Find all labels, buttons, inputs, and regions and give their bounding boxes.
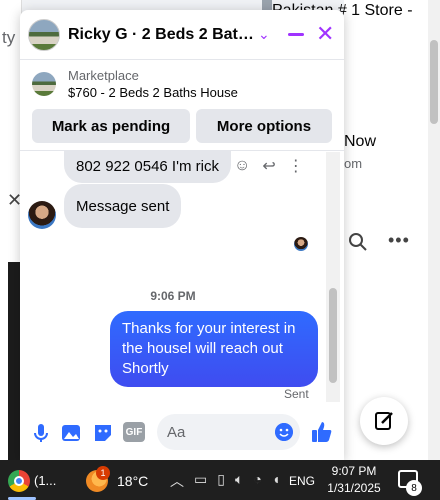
phone-link-icon[interactable]: ▯ [217, 471, 225, 491]
more-options-icon[interactable]: ••• [388, 230, 410, 251]
battery-icon[interactable]: ▭ [194, 471, 207, 491]
chrome-taskbar-label[interactable]: (1... [34, 473, 56, 488]
search-icon[interactable] [348, 232, 368, 252]
chrome-icon[interactable] [8, 470, 30, 492]
chevron-down-icon[interactable]: ⌄ [258, 26, 270, 43]
wifi-icon[interactable]: ◔ [253, 471, 261, 491]
sticker-icon[interactable] [92, 422, 114, 444]
chat-window: Ricky G · 2 Beds 2 Baths H... ⌄ ✕ Market… [20, 10, 344, 460]
mark-as-pending-button[interactable]: Mark as pending [32, 109, 190, 143]
seen-indicator-avatar [294, 237, 308, 251]
system-tray: ︿ ▭ ▯ 🔈︎ ◔ ◖ [170, 471, 280, 491]
more-options-button[interactable]: More options [196, 109, 332, 143]
outgoing-message[interactable]: Thanks for your interest in the housel w… [110, 311, 318, 387]
background-left-text: ty [2, 28, 16, 47]
language-indicator[interactable]: ENG [289, 474, 315, 488]
listing-title: $760 - 2 Beds 2 Baths House [68, 84, 238, 100]
temperature[interactable]: 18°C [117, 473, 148, 489]
message-status: Sent [284, 387, 309, 401]
notification-count: 8 [406, 480, 422, 496]
chat-scrollbar-thumb[interactable] [329, 288, 337, 383]
page-scrollbar-thumb[interactable] [430, 40, 438, 124]
marketplace-listing[interactable]: Marketplace $760 - 2 Beds 2 Baths House [20, 60, 344, 108]
chevron-up-icon[interactable]: ︿ [170, 471, 184, 491]
new-message-button[interactable] [360, 397, 408, 445]
clock-time: 9:07 PM [331, 464, 377, 478]
more-vertical-icon[interactable]: ⋮ [288, 156, 304, 176]
product-thumbnail[interactable] [262, 0, 272, 10]
speaker-icon[interactable]: 🔈︎ [235, 471, 243, 491]
conversation-avatar[interactable] [28, 18, 60, 51]
message-composer: GIF Aa [20, 410, 344, 454]
taskbar: (1... 1 18°C ︿ ▭ ▯ 🔈︎ ◔ ◖ ENG 9:07 PM 1/… [0, 460, 440, 500]
conversation-title[interactable]: Ricky G · 2 Beds 2 Baths H... [68, 26, 256, 44]
message-input-placeholder: Aa [167, 423, 186, 441]
listing-thumbnail [32, 72, 56, 96]
gif-icon[interactable]: GIF [123, 422, 145, 442]
sender-avatar[interactable] [28, 201, 56, 229]
incoming-message[interactable]: 802 922 0546 I'm rick [64, 151, 231, 183]
message-list: 802 922 0546 I'm rick ☺ ↩ ⋮ Message sent… [20, 151, 344, 401]
message-actions: ☺ ↩ ⋮ [234, 156, 304, 176]
volume-icon[interactable]: ◖ [272, 471, 280, 491]
message-timestamp: 9:06 PM [150, 289, 196, 303]
clock-date: 1/31/2025 [327, 481, 381, 495]
chat-header[interactable]: Ricky G · 2 Beds 2 Baths H... ⌄ ✕ [20, 10, 344, 60]
react-icon[interactable]: ☺ [234, 157, 250, 175]
marketplace-label: Marketplace [68, 67, 139, 83]
weather-badge: 1 [96, 466, 110, 480]
clock[interactable]: 9:07 PM 1/31/2025 [326, 463, 382, 497]
sponsor-domain: om [344, 156, 363, 171]
shop-now-link[interactable]: Now [344, 133, 376, 151]
reply-icon[interactable]: ↩ [262, 156, 275, 176]
incoming-message[interactable]: Message sent [64, 184, 182, 228]
photo-icon[interactable] [60, 422, 82, 444]
compose-icon [375, 412, 393, 430]
like-icon[interactable] [310, 420, 334, 444]
minimize-icon[interactable] [288, 24, 304, 44]
close-icon[interactable]: ✕ [316, 23, 334, 45]
emoji-icon[interactable] [275, 423, 293, 441]
microphone-icon[interactable] [30, 422, 52, 444]
